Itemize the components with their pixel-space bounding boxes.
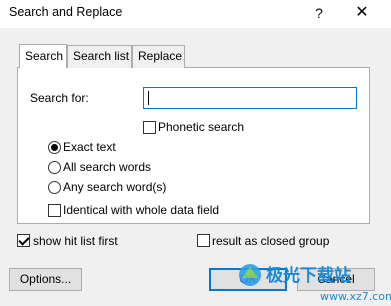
- text-caret: [148, 91, 149, 105]
- all-search-words-label: All search words: [63, 160, 152, 174]
- options-button[interactable]: Options...: [9, 268, 82, 291]
- exact-text-radio[interactable]: [48, 141, 61, 154]
- phonetic-search-checkbox[interactable]: [143, 121, 156, 134]
- close-icon[interactable]: ✕: [345, 0, 379, 26]
- any-search-words-label: Any search word(s): [63, 180, 167, 194]
- closed-group-label: result as closed group: [212, 234, 330, 248]
- show-hit-list-checkbox[interactable]: [17, 234, 30, 247]
- help-icon[interactable]: ?: [306, 0, 332, 26]
- phonetic-search-label: Phonetic search: [158, 120, 245, 134]
- window-title: Search and Replace: [9, 5, 123, 19]
- watermark-text: 极光下载站: [266, 265, 351, 286]
- tab-search[interactable]: Search: [19, 44, 67, 68]
- tab-search-list[interactable]: Search list: [67, 45, 132, 68]
- search-for-label: Search for:: [30, 91, 89, 105]
- all-search-words-radio[interactable]: [48, 161, 61, 174]
- tab-replace[interactable]: Replace: [132, 45, 185, 68]
- identical-field-label: Identical with whole data field: [63, 203, 220, 217]
- any-search-words-radio[interactable]: [48, 181, 61, 194]
- identical-field-checkbox[interactable]: [48, 204, 61, 217]
- show-hit-list-label: show hit list first: [33, 234, 118, 248]
- exact-text-label: Exact text: [63, 140, 116, 154]
- watermark-url: www.xz7.com: [320, 290, 391, 303]
- watermark: 极光下载站 www.xz7.com: [232, 257, 391, 306]
- closed-group-checkbox[interactable]: [197, 234, 210, 247]
- search-input[interactable]: [143, 87, 357, 109]
